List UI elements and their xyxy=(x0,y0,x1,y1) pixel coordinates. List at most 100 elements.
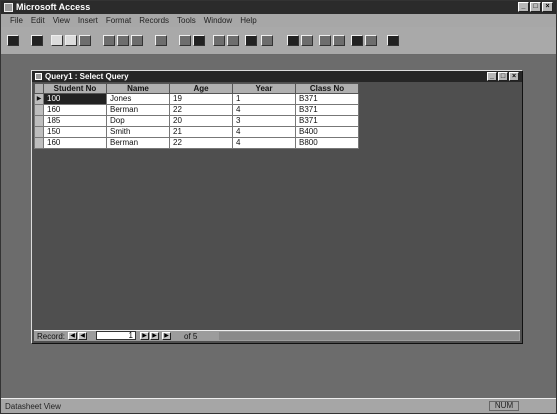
record-selector[interactable] xyxy=(34,104,44,116)
help-icon[interactable] xyxy=(387,35,399,46)
table-cell[interactable]: 185 xyxy=(43,115,107,127)
column-header-class-no[interactable]: Class No xyxy=(295,83,359,94)
query-title: Query1 : Select Query xyxy=(45,72,129,81)
sort-ascending-icon[interactable] xyxy=(179,35,191,46)
header-row: Student No Name Age Year Class No xyxy=(34,83,359,94)
table-cell[interactable]: B400 xyxy=(295,126,359,138)
status-text: Datasheet View xyxy=(5,402,61,411)
office-assistant-icon[interactable] xyxy=(365,35,377,46)
table-cell[interactable]: Dop xyxy=(106,115,170,127)
column-header-name[interactable]: Name xyxy=(106,83,170,94)
record-number-input[interactable]: 1 xyxy=(96,331,136,340)
next-record-button[interactable]: ▶ xyxy=(140,332,149,340)
print-preview-icon[interactable] xyxy=(65,35,77,46)
table-cell[interactable]: 4 xyxy=(232,137,296,149)
first-record-button[interactable]: ◀ xyxy=(68,332,77,340)
record-navigation-bar: Record: ◀ ◀ 1 ▶ ▶ ▶ of 5 xyxy=(34,330,520,341)
paste-icon[interactable] xyxy=(131,35,143,46)
menu-file[interactable]: File xyxy=(6,16,27,25)
undo-icon[interactable] xyxy=(155,35,167,46)
spelling-icon[interactable] xyxy=(79,35,91,46)
delete-record-icon[interactable] xyxy=(301,35,313,46)
menu-records[interactable]: Records xyxy=(135,16,173,25)
horizontal-scrollbar[interactable] xyxy=(219,332,519,340)
properties-icon[interactable] xyxy=(319,35,331,46)
table-cell[interactable]: 22 xyxy=(169,104,233,116)
filter-by-selection-icon[interactable] xyxy=(213,35,225,46)
record-selector[interactable] xyxy=(34,137,44,149)
table-cell[interactable]: 160 xyxy=(43,137,107,149)
table-cell[interactable]: Jones xyxy=(106,93,170,105)
query-minimize-button[interactable]: _ xyxy=(487,72,497,81)
previous-record-button[interactable]: ◀ xyxy=(78,332,87,340)
table-cell[interactable]: 20 xyxy=(169,115,233,127)
menu-tools[interactable]: Tools xyxy=(173,16,200,25)
find-icon[interactable] xyxy=(261,35,273,46)
restore-button[interactable]: □ xyxy=(530,2,541,12)
table-cell[interactable]: Berman xyxy=(106,104,170,116)
column-header-age[interactable]: Age xyxy=(169,83,233,94)
table-cell[interactable]: B371 xyxy=(295,115,359,127)
menu-format[interactable]: Format xyxy=(102,16,135,25)
query-close-button[interactable]: × xyxy=(509,72,519,81)
copy-icon[interactable] xyxy=(117,35,129,46)
datasheet-grid: Student No Name Age Year Class No ▶ 100 … xyxy=(34,83,359,149)
database-window-icon[interactable] xyxy=(333,35,345,46)
table-row[interactable]: 185 Dop 20 3 B371 xyxy=(34,115,359,127)
record-selector[interactable] xyxy=(34,115,44,127)
table-cell[interactable]: 22 xyxy=(169,137,233,149)
app-title: Microsoft Access xyxy=(16,2,91,12)
sort-descending-icon[interactable] xyxy=(193,35,205,46)
table-cell[interactable]: 4 xyxy=(232,104,296,116)
table-cell[interactable]: 4 xyxy=(232,126,296,138)
menu-help[interactable]: Help xyxy=(236,16,260,25)
last-record-button[interactable]: ▶ xyxy=(150,332,159,340)
table-cell[interactable]: 160 xyxy=(43,104,107,116)
minimize-button[interactable]: _ xyxy=(518,2,529,12)
query-icon[interactable] xyxy=(35,73,42,80)
query-window: Query1 : Select Query _ □ × Student No N… xyxy=(31,70,523,344)
query-restore-button[interactable]: □ xyxy=(498,72,508,81)
table-cell[interactable]: 21 xyxy=(169,126,233,138)
table-cell[interactable]: B371 xyxy=(295,93,359,105)
table-row[interactable]: 160 Berman 22 4 B800 xyxy=(34,137,359,149)
column-header-student-no[interactable]: Student No xyxy=(43,83,107,94)
record-count: of 5 xyxy=(184,332,198,341)
table-cell[interactable]: 3 xyxy=(232,115,296,127)
table-cell[interactable]: 150 xyxy=(43,126,107,138)
select-all-corner[interactable] xyxy=(34,83,44,94)
print-icon[interactable] xyxy=(51,35,63,46)
table-cell[interactable]: 1 xyxy=(232,93,296,105)
save-icon[interactable] xyxy=(31,35,43,46)
query-title-bar: Query1 : Select Query _ □ × xyxy=(32,71,522,82)
table-cell[interactable]: Berman xyxy=(106,137,170,149)
new-object-icon[interactable] xyxy=(351,35,363,46)
table-row[interactable]: 160 Berman 22 4 B371 xyxy=(34,104,359,116)
new-record-button[interactable]: ▶ xyxy=(162,332,171,340)
view-icon[interactable] xyxy=(7,35,19,46)
menu-insert[interactable]: Insert xyxy=(74,16,102,25)
table-row[interactable]: 150 Smith 21 4 B400 xyxy=(34,126,359,138)
menu-window[interactable]: Window xyxy=(200,16,236,25)
query-window-controls: _ □ × xyxy=(487,72,519,81)
table-cell[interactable]: 100 xyxy=(43,93,107,105)
num-lock-indicator: NUM xyxy=(489,401,519,411)
table-cell[interactable]: 19 xyxy=(169,93,233,105)
new-record-icon[interactable] xyxy=(287,35,299,46)
filter-by-form-icon[interactable] xyxy=(227,35,239,46)
table-cell[interactable]: B800 xyxy=(295,137,359,149)
table-cell[interactable]: B371 xyxy=(295,104,359,116)
record-selector[interactable] xyxy=(34,126,44,138)
app-icon[interactable] xyxy=(4,3,13,12)
column-header-year[interactable]: Year xyxy=(232,83,296,94)
close-button[interactable]: × xyxy=(542,2,553,12)
title-bar: Microsoft Access _ □ × xyxy=(1,1,556,14)
cut-icon[interactable] xyxy=(103,35,115,46)
menu-bar: File Edit View Insert Format Records Too… xyxy=(1,14,556,27)
table-cell[interactable]: Smith xyxy=(106,126,170,138)
menu-view[interactable]: View xyxy=(49,16,74,25)
menu-edit[interactable]: Edit xyxy=(27,16,49,25)
table-row[interactable]: ▶ 100 Jones 19 1 B371 xyxy=(34,93,359,105)
apply-filter-icon[interactable] xyxy=(245,35,257,46)
current-record-indicator[interactable]: ▶ xyxy=(34,93,44,105)
